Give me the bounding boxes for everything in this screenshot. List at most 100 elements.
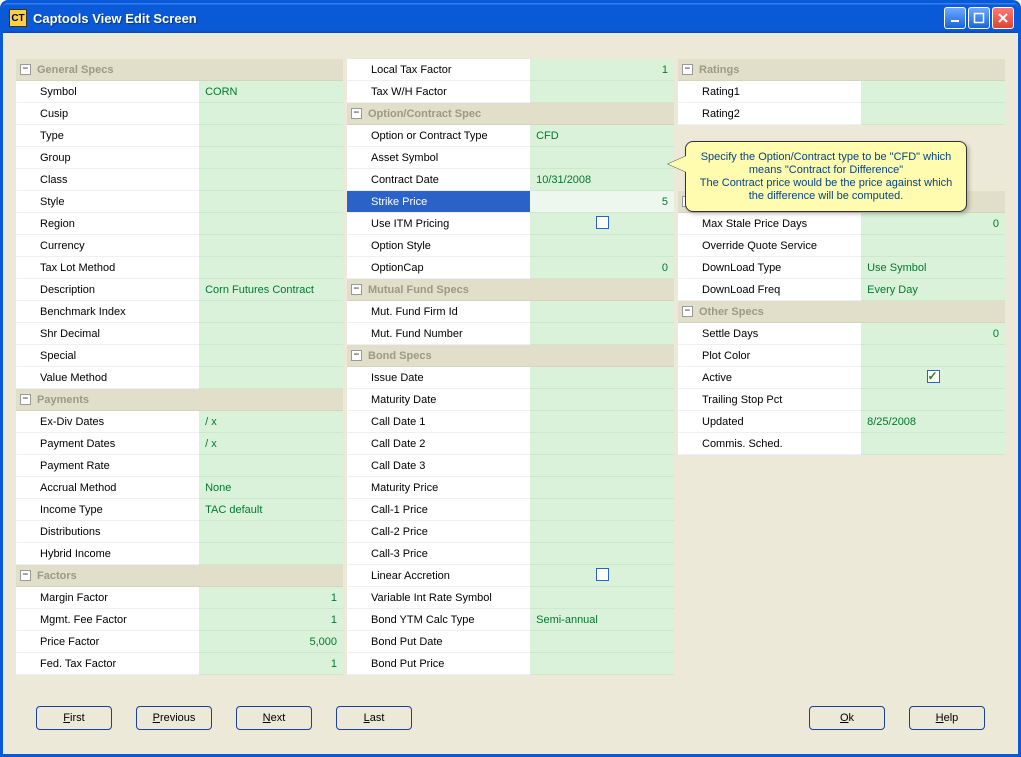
value-paymentdates[interactable]: / x bbox=[199, 433, 343, 455]
field-issue[interactable]: Issue Date bbox=[347, 367, 530, 389]
value-cd2[interactable] bbox=[530, 433, 674, 455]
value-rating2[interactable] bbox=[861, 103, 1005, 125]
value-taxlot[interactable] bbox=[199, 257, 343, 279]
field-updated[interactable]: Updated bbox=[678, 411, 861, 433]
field-mspd[interactable]: Max Stale Price Days bbox=[678, 213, 861, 235]
field-cd1[interactable]: Call Date 1 bbox=[347, 411, 530, 433]
help-button[interactable]: Help bbox=[909, 706, 985, 730]
field-mffirm[interactable]: Mut. Fund Firm Id bbox=[347, 301, 530, 323]
value-assetsymbol[interactable] bbox=[530, 147, 674, 169]
value-region[interactable] bbox=[199, 213, 343, 235]
value-type[interactable] bbox=[199, 125, 343, 147]
field-c3p[interactable]: Call-3 Price bbox=[347, 543, 530, 565]
field-taxwhfactor[interactable]: Tax W/H Factor bbox=[347, 81, 530, 103]
field-mfnumber[interactable]: Mut. Fund Number bbox=[347, 323, 530, 345]
field-maturity[interactable]: Maturity Date bbox=[347, 389, 530, 411]
collapse-icon[interactable]: − bbox=[20, 64, 31, 75]
value-style[interactable] bbox=[199, 191, 343, 213]
field-settle[interactable]: Settle Days bbox=[678, 323, 861, 345]
value-benchmark[interactable] bbox=[199, 301, 343, 323]
field-pricefactor[interactable]: Price Factor bbox=[16, 631, 199, 653]
field-group[interactable]: Group bbox=[16, 147, 199, 169]
value-cusip[interactable] bbox=[199, 103, 343, 125]
field-active[interactable]: Active bbox=[678, 367, 861, 389]
field-currency[interactable]: Currency bbox=[16, 235, 199, 257]
field-symbol[interactable]: Symbol bbox=[16, 81, 199, 103]
field-style[interactable]: Style bbox=[16, 191, 199, 213]
field-hybrid[interactable]: Hybrid Income bbox=[16, 543, 199, 565]
value-accrual[interactable]: None bbox=[199, 477, 343, 499]
field-mgmtfactor[interactable]: Mgmt. Fee Factor bbox=[16, 609, 199, 631]
field-marginfactor[interactable]: Margin Factor bbox=[16, 587, 199, 609]
close-button[interactable] bbox=[992, 7, 1014, 29]
value-c1p[interactable] bbox=[530, 499, 674, 521]
field-virs[interactable]: Variable Int Rate Symbol bbox=[347, 587, 530, 609]
value-class[interactable] bbox=[199, 169, 343, 191]
value-updated[interactable]: 8/25/2008 bbox=[861, 411, 1005, 433]
field-benchmark[interactable]: Benchmark Index bbox=[16, 301, 199, 323]
field-plotcolor[interactable]: Plot Color bbox=[678, 345, 861, 367]
field-rating2[interactable]: Rating2 bbox=[678, 103, 861, 125]
field-optioncap[interactable]: OptionCap bbox=[347, 257, 530, 279]
value-taxwhfactor[interactable] bbox=[530, 81, 674, 103]
value-exdiv[interactable]: / x bbox=[199, 411, 343, 433]
value-mspd[interactable]: 0 bbox=[861, 213, 1005, 235]
field-cd2[interactable]: Call Date 2 bbox=[347, 433, 530, 455]
value-virs[interactable] bbox=[530, 587, 674, 609]
field-region[interactable]: Region bbox=[16, 213, 199, 235]
field-distributions[interactable]: Distributions bbox=[16, 521, 199, 543]
group-option-contract[interactable]: −Option/Contract Spec bbox=[347, 103, 674, 125]
collapse-icon[interactable]: − bbox=[351, 108, 362, 119]
collapse-icon[interactable]: − bbox=[351, 284, 362, 295]
value-localtaxfactor[interactable]: 1 bbox=[530, 59, 674, 81]
value-special[interactable] bbox=[199, 345, 343, 367]
group-general-specs[interactable]: −General Specs bbox=[16, 59, 343, 81]
value-mgmtfactor[interactable]: 1 bbox=[199, 609, 343, 631]
maximize-button[interactable] bbox=[968, 7, 990, 29]
value-mfnumber[interactable] bbox=[530, 323, 674, 345]
field-override[interactable]: Override Quote Service bbox=[678, 235, 861, 257]
field-rating1[interactable]: Rating1 bbox=[678, 81, 861, 103]
value-putp[interactable] bbox=[530, 653, 674, 675]
field-special[interactable]: Special bbox=[16, 345, 199, 367]
group-mutualfund[interactable]: −Mutual Fund Specs bbox=[347, 279, 674, 301]
value-cd3[interactable] bbox=[530, 455, 674, 477]
value-marginfactor[interactable]: 1 bbox=[199, 587, 343, 609]
group-ratings[interactable]: −Ratings bbox=[678, 59, 1005, 81]
value-dlfreq[interactable]: Every Day bbox=[861, 279, 1005, 301]
collapse-icon[interactable]: − bbox=[20, 394, 31, 405]
value-commis[interactable] bbox=[861, 433, 1005, 455]
field-type[interactable]: Type bbox=[16, 125, 199, 147]
value-mffirm[interactable] bbox=[530, 301, 674, 323]
group-payments[interactable]: −Payments bbox=[16, 389, 343, 411]
value-useitm[interactable] bbox=[530, 213, 674, 235]
field-description[interactable]: Description bbox=[16, 279, 199, 301]
collapse-icon[interactable]: − bbox=[20, 570, 31, 581]
field-linacc[interactable]: Linear Accretion bbox=[347, 565, 530, 587]
value-paymentrate[interactable] bbox=[199, 455, 343, 477]
value-contracttype[interactable]: CFD bbox=[530, 125, 674, 147]
field-strikeprice[interactable]: Strike Price bbox=[347, 191, 530, 213]
field-useitm[interactable]: Use ITM Pricing bbox=[347, 213, 530, 235]
group-other[interactable]: −Other Specs bbox=[678, 301, 1005, 323]
value-active[interactable] bbox=[861, 367, 1005, 389]
value-income[interactable]: TAC default bbox=[199, 499, 343, 521]
value-plotcolor[interactable] bbox=[861, 345, 1005, 367]
value-pricefactor[interactable]: 5,000 bbox=[199, 631, 343, 653]
field-mprice[interactable]: Maturity Price bbox=[347, 477, 530, 499]
value-linacc[interactable] bbox=[530, 565, 674, 587]
titlebar[interactable]: CT Captools View Edit Screen bbox=[3, 3, 1018, 33]
value-ytm[interactable]: Semi-annual bbox=[530, 609, 674, 631]
field-putp[interactable]: Bond Put Price bbox=[347, 653, 530, 675]
value-issue[interactable] bbox=[530, 367, 674, 389]
value-description[interactable]: Corn Futures Contract bbox=[199, 279, 343, 301]
minimize-button[interactable] bbox=[944, 7, 966, 29]
field-optionstyle[interactable]: Option Style bbox=[347, 235, 530, 257]
field-putd[interactable]: Bond Put Date bbox=[347, 631, 530, 653]
value-override[interactable] bbox=[861, 235, 1005, 257]
first-button[interactable]: First bbox=[36, 706, 112, 730]
field-c2p[interactable]: Call-2 Price bbox=[347, 521, 530, 543]
previous-button[interactable]: Previous bbox=[136, 706, 212, 730]
collapse-icon[interactable]: − bbox=[351, 350, 362, 361]
field-accrual[interactable]: Accrual Method bbox=[16, 477, 199, 499]
